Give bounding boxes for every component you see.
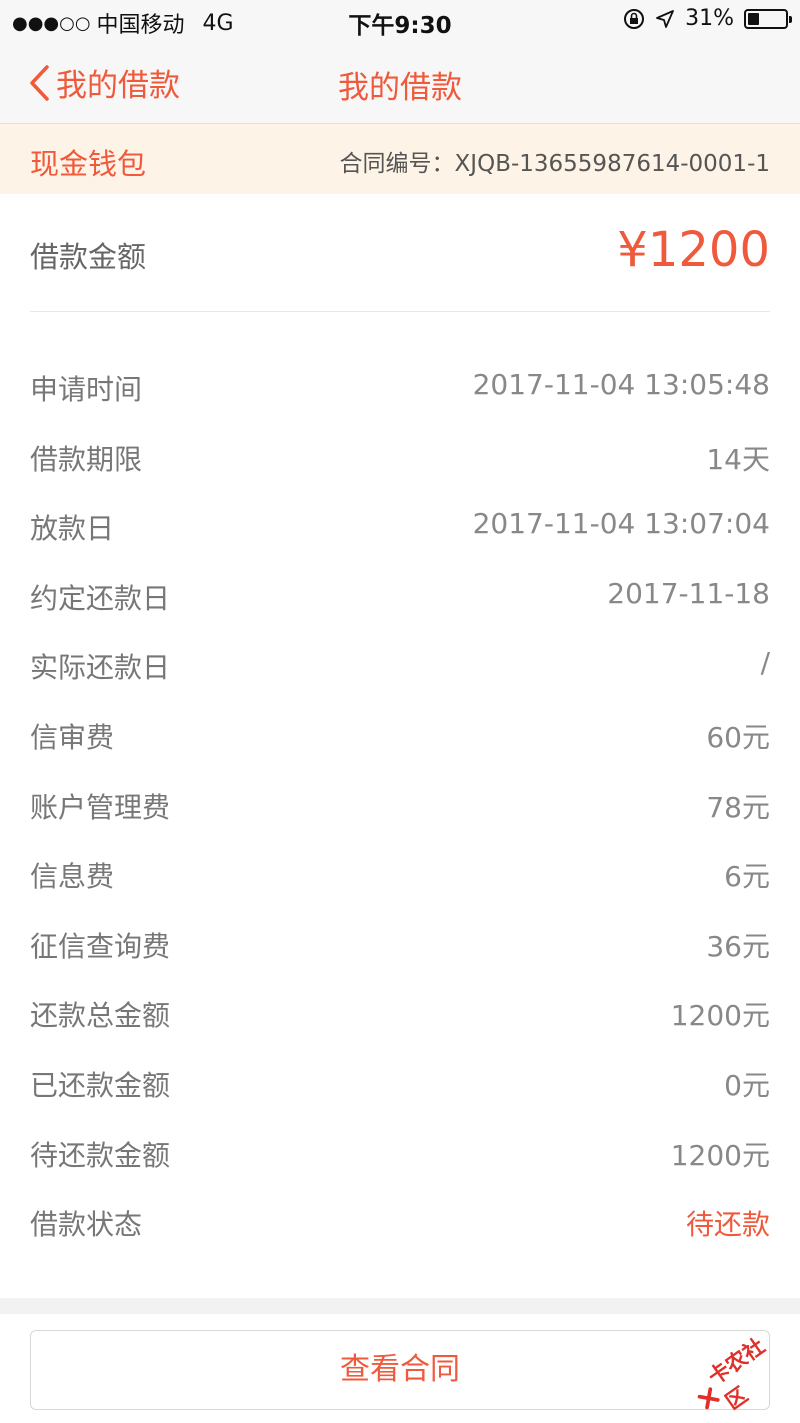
detail-label: 约定还款日 — [30, 581, 171, 615]
detail-row-loan-status: 借款状态 待还款 — [30, 1187, 770, 1257]
detail-row-credit-check-fee: 征信查询费 36元 — [30, 909, 770, 979]
detail-row-loan-term: 借款期限 14天 — [30, 422, 770, 492]
section-divider — [0, 1298, 800, 1314]
detail-row-total-repayment: 还款总金额 1200元 — [30, 978, 770, 1048]
detail-label: 待还款金额 — [30, 1138, 171, 1172]
detail-value: 78元 — [706, 790, 770, 824]
status-bar: ●●●○○ 中国移动 4G 下午9:30 31% — [0, 0, 800, 40]
detail-value: 2017-11-04 13:07:04 — [472, 507, 770, 541]
location-arrow-icon — [656, 9, 674, 28]
detail-row-repaid-amount: 已还款金额 0元 — [30, 1048, 770, 1118]
detail-value: 2017-11-04 13:05:48 — [472, 368, 770, 401]
navigation-bar: 我的借款 我的借款 — [0, 40, 800, 124]
wallet-name: 现金钱包 — [30, 147, 147, 181]
detail-label: 借款期限 — [30, 442, 143, 476]
detail-row-due-date: 约定还款日 2017-11-18 — [30, 561, 770, 631]
battery-icon — [744, 8, 792, 29]
rotation-lock-icon — [624, 8, 645, 29]
detail-row-credit-review-fee: 信审费 60元 — [30, 700, 770, 770]
detail-label: 还款总金额 — [30, 999, 171, 1033]
detail-value: 1200元 — [670, 999, 770, 1033]
view-contract-button[interactable]: 查看合同 — [30, 1330, 770, 1410]
detail-row-actual-repay-date: 实际还款日 / — [30, 630, 770, 700]
detail-label: 借款状态 — [30, 1208, 143, 1242]
contract-number: 合同编号：XJQB-13655987614-0001-1 — [339, 151, 770, 177]
detail-label: 实际还款日 — [30, 651, 171, 685]
loan-amount-row: 借款金额 ¥1200 — [30, 194, 770, 312]
detail-row-account-mgmt-fee: 账户管理费 78元 — [30, 770, 770, 840]
status-right: 31% — [623, 6, 792, 31]
detail-row-outstanding-amount: 待还款金额 1200元 — [30, 1118, 770, 1188]
loan-amount-label: 借款金额 — [30, 240, 147, 274]
detail-value: 1200元 — [670, 1138, 770, 1172]
detail-row-disbursement-date: 放款日 2017-11-04 13:07:04 — [30, 491, 770, 561]
detail-value: / — [760, 646, 770, 680]
detail-value: 60元 — [706, 720, 770, 754]
battery-fill — [748, 12, 760, 25]
detail-label: 信息费 — [30, 860, 115, 894]
detail-label: 账户管理费 — [30, 790, 171, 824]
detail-value: 14天 — [706, 442, 770, 476]
loan-status-value: 待还款 — [685, 1208, 770, 1242]
wallet-header: 现金钱包 合同编号：XJQB-13655987614-0001-1 — [0, 124, 800, 194]
detail-label: 征信查询费 — [30, 929, 171, 963]
page-title: 我的借款 — [338, 70, 462, 106]
loan-amount-value: ¥1200 — [617, 222, 770, 278]
detail-value: 36元 — [706, 929, 770, 963]
loan-detail-list: 申请时间 2017-11-04 13:05:48 借款期限 14天 放款日 20… — [30, 352, 770, 1257]
detail-value: 6元 — [724, 860, 770, 894]
detail-value: 0元 — [724, 1068, 770, 1102]
detail-label: 放款日 — [30, 512, 115, 546]
detail-label: 申请时间 — [30, 373, 143, 406]
battery-percent: 31% — [685, 6, 734, 31]
detail-value: 2017-11-18 — [607, 576, 770, 610]
detail-row-info-fee: 信息费 6元 — [30, 839, 770, 909]
detail-label: 信审费 — [30, 720, 115, 754]
detail-label: 已还款金额 — [30, 1068, 171, 1102]
detail-row-apply-time: 申请时间 2017-11-04 13:05:48 — [30, 352, 770, 422]
